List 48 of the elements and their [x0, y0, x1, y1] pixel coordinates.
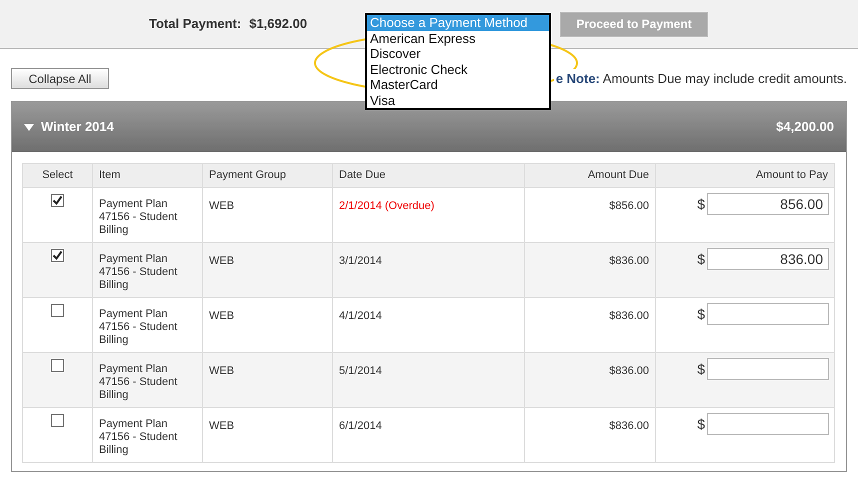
amount-due-cell: $836.00	[609, 420, 649, 432]
triangle-icon	[24, 124, 34, 130]
item-cell-text: Payment Plan 47156 - Student Billing	[99, 418, 178, 457]
currency-symbol: $	[697, 304, 705, 324]
amount-due-cell: $856.00	[609, 200, 649, 212]
column-header: Date Due	[332, 164, 524, 188]
select-checkbox[interactable]	[51, 249, 64, 262]
item-cell-text: Payment Plan 47156 - Student Billing	[99, 363, 178, 402]
term-total: $4,200.00	[776, 118, 834, 136]
payment-group-cell: WEB	[209, 420, 234, 432]
currency-symbol: $	[697, 194, 705, 214]
note-text: e Note: Amounts Due may include credit amounts.	[554, 68, 847, 88]
payment-group-cell: WEB	[209, 255, 234, 267]
date-due-cell: 5/1/2014	[339, 365, 382, 377]
date-due-cell: 6/1/2014	[339, 420, 382, 432]
amount-due-cell: $836.00	[609, 255, 649, 267]
amount-to-pay-field[interactable]: 856.00	[707, 193, 829, 215]
collapse-all-button[interactable]: Collapse All	[11, 68, 109, 89]
select-checkbox[interactable]	[51, 304, 64, 317]
column-header: Amount to Pay	[656, 164, 834, 188]
amount-to-pay-field[interactable]: 836.00	[707, 248, 829, 270]
item-cell-text: Payment Plan 47156 - Student Billing	[99, 253, 178, 292]
date-due-cell: 4/1/2014	[339, 310, 382, 322]
item-cell-text: Payment Plan 47156 - Student Billing	[99, 308, 178, 347]
date-due-cell: 2/1/2014 (Overdue)	[339, 200, 434, 212]
amount-to-pay-field[interactable]	[707, 358, 829, 380]
column-header: Item	[92, 164, 202, 188]
currency-symbol: $	[697, 414, 705, 434]
amount-to-pay-field[interactable]	[707, 303, 829, 325]
column-header: Select	[22, 164, 92, 188]
total-payment-label: Total Payment:	[149, 15, 242, 34]
select-checkbox[interactable]	[51, 359, 64, 372]
amount-due-cell: $836.00	[609, 310, 649, 322]
currency-symbol: $	[697, 250, 705, 268]
item-cell-text: Payment Plan 47156 - Student Billing	[99, 198, 178, 237]
payment-group-cell: WEB	[209, 365, 234, 377]
date-due-cell: 3/1/2014	[339, 255, 382, 267]
amount-due-cell: $836.00	[609, 365, 649, 377]
column-header: Amount Due	[524, 164, 656, 188]
amount-to-pay-field[interactable]	[707, 413, 829, 435]
payment-group-cell: WEB	[209, 200, 234, 212]
currency-symbol: $	[697, 360, 705, 378]
payment-group-cell: WEB	[209, 310, 234, 322]
select-checkbox[interactable]	[51, 414, 64, 427]
total-payment-amount: $1,692.00	[249, 15, 308, 34]
select-checkbox[interactable]	[51, 194, 64, 207]
column-header: Payment Group	[202, 164, 332, 188]
term-title: Winter 2014	[41, 118, 114, 136]
